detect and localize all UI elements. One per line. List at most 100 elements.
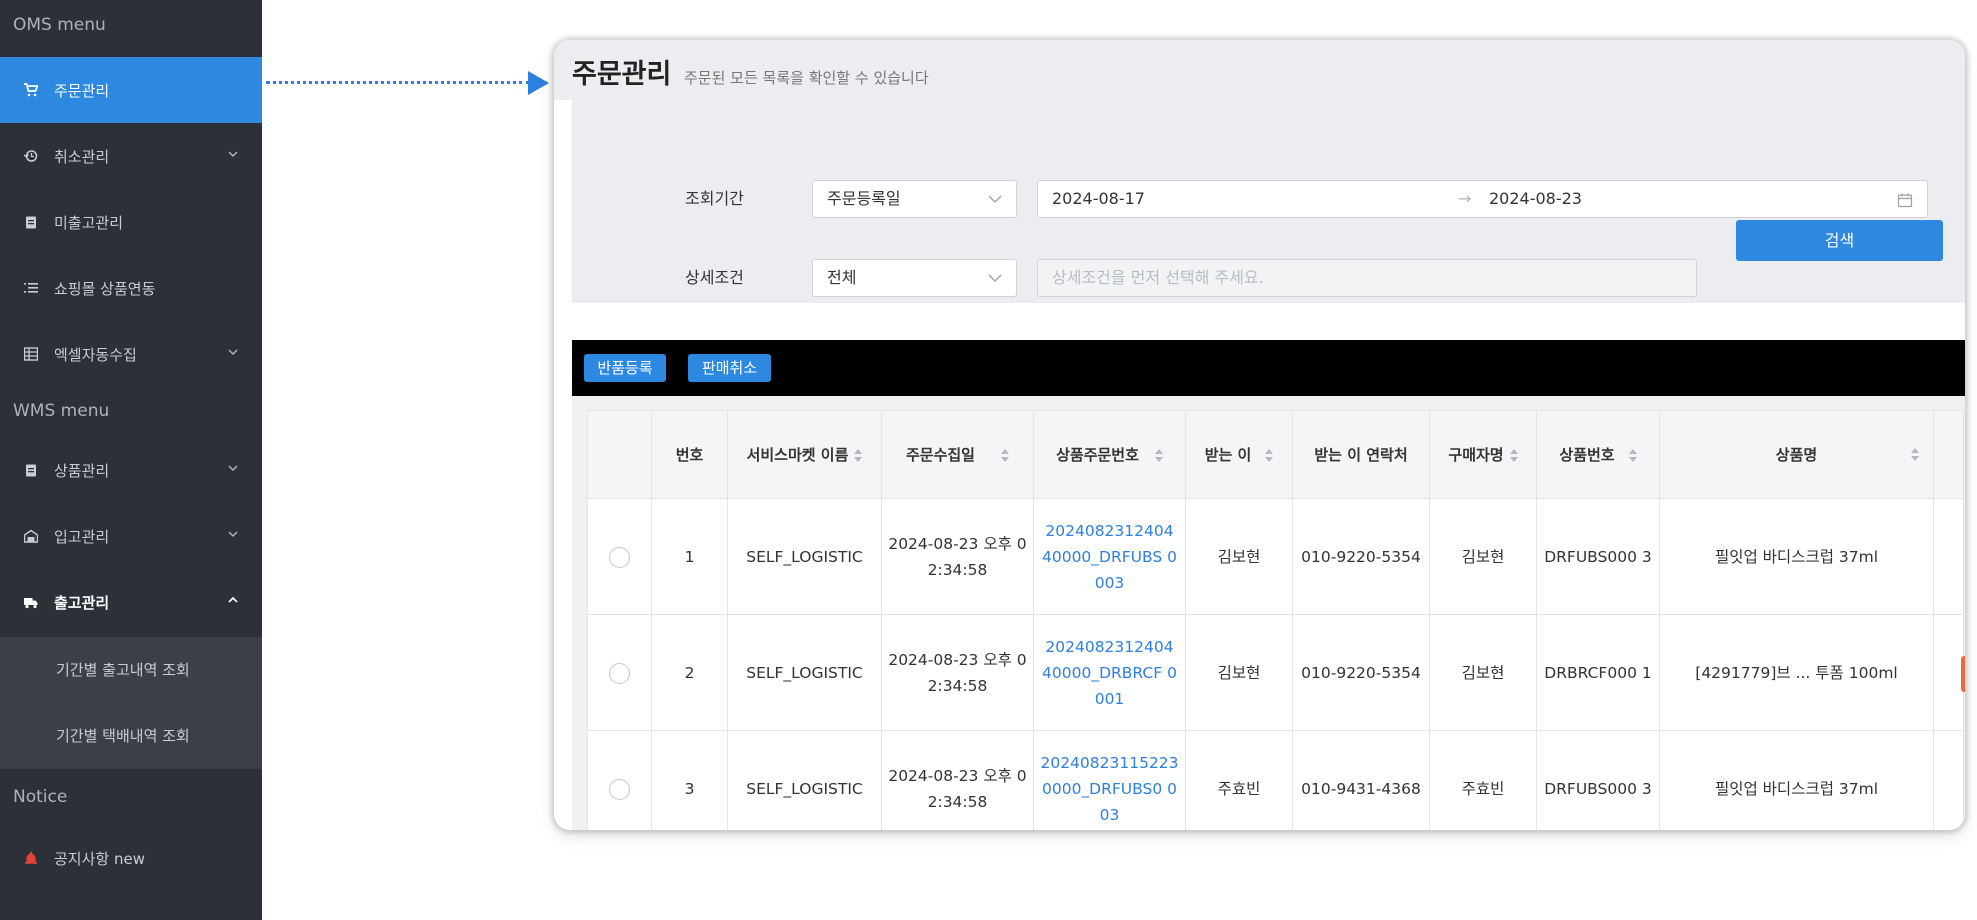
date-to-value: 2024-08-23 — [1489, 189, 1582, 208]
column-header-buyer[interactable]: 구매자명 — [1429, 410, 1537, 499]
column-header-no: 번호 — [651, 410, 728, 499]
sidebar-item-label: 입고관리 — [54, 527, 110, 546]
chevron-down-icon — [228, 531, 238, 538]
cell-product-name: 필잇업 바디스크럽 37ml — [1659, 498, 1934, 615]
callout-arrow-head — [528, 71, 549, 95]
sidebar-item-label: 출고관리 — [54, 593, 110, 612]
sidebar-subitem-delivery-history[interactable]: 기간별 택배내역 조회 — [0, 703, 262, 769]
history-icon — [24, 150, 38, 162]
table-container: 번호 서비스마켓 이름 주문수집일 상품주문번호 받는 이 받는 이 연락처 구… — [572, 396, 1965, 830]
cell-receiver-phone: 010-9220-5354 — [1292, 498, 1430, 615]
sidebar-item-label: 주문관리 — [54, 81, 110, 100]
column-header-extra — [1933, 410, 1964, 499]
cell-receiver: 김보현 — [1185, 498, 1293, 615]
column-header-order-no[interactable]: 상품주문번호 — [1033, 410, 1186, 499]
sort-icon[interactable] — [1628, 448, 1637, 463]
sort-icon[interactable] — [1265, 448, 1274, 463]
cell-receiver: 주효빈 — [1185, 730, 1293, 830]
sidebar-item-unshipped-management[interactable]: 미출고관리 — [0, 189, 262, 255]
search-button[interactable]: 검색 — [1736, 220, 1943, 261]
sidebar-item-label: 공지사항 new — [54, 849, 145, 868]
sale-cancel-button[interactable]: 판매취소 — [688, 354, 771, 382]
detail-condition-input[interactable]: 상세조건을 먼저 선택해 주세요. — [1037, 259, 1697, 297]
sidebar-item-label: 엑셀자동수집 — [54, 345, 137, 364]
sort-icon[interactable] — [1001, 448, 1009, 463]
sidebar-item-excel-auto-collect[interactable]: 엑셀자동수집 — [0, 321, 262, 387]
warehouse-icon — [24, 529, 38, 543]
cell-collected-date: 2024-08-23 오후 02:34:58 — [881, 498, 1034, 615]
cell-order-no-link[interactable]: 20240823115223 0000_DRFUBS0 003 — [1033, 730, 1186, 830]
date-range-picker[interactable]: 2024-08-17 → 2024-08-23 — [1037, 180, 1928, 218]
chevron-up-icon — [228, 596, 238, 603]
sidebar-item-cancel-management[interactable]: 취소관리 — [0, 123, 262, 189]
order-table: 번호 서비스마켓 이름 주문수집일 상품주문번호 받는 이 받는 이 연락처 구… — [587, 410, 1964, 830]
sidebar: OMS menu 주문관리 취소관리 미출고관리 쇼핑몰 상품연동 엑셀자동수집… — [0, 0, 262, 920]
table-row[interactable]: 1 SELF_LOGISTIC 2024-08-23 오후 02:34:58 2… — [587, 498, 1964, 615]
sort-icon[interactable] — [1911, 448, 1919, 462]
sidebar-item-order-management[interactable]: 주문관리 — [0, 57, 262, 123]
sidebar-item-outbound-management[interactable]: 출고관리 — [0, 569, 262, 635]
column-header-product-name[interactable]: 상품명 — [1659, 410, 1934, 499]
search-panel: 조회기간 주문등록일 2024-08-17 → 2024-08-23 상세조건 … — [572, 100, 1965, 303]
row-select[interactable] — [587, 730, 652, 830]
table-row[interactable]: 2 SELF_LOGISTIC 2024-08-23 오후 02:34:58 2… — [587, 614, 1964, 731]
panel-header: 주문관리 주문된 모든 목록을 확인할 수 있습니다 — [554, 40, 1965, 100]
sidebar-item-label: 미출고관리 — [54, 213, 124, 232]
sidebar-item-inbound-management[interactable]: 입고관리 — [0, 503, 262, 569]
date-range-separator: → — [1458, 189, 1472, 208]
clipboard-icon — [26, 216, 36, 229]
cell-product-no: DRBRCF000 1 — [1536, 614, 1660, 731]
period-type-select[interactable]: 주문등록일 — [812, 180, 1017, 218]
chevron-down-icon — [228, 349, 238, 356]
sort-icon[interactable] — [854, 448, 863, 463]
callout-arrow-line — [266, 81, 530, 84]
cell-buyer: 김보현 — [1429, 614, 1537, 731]
column-header-collected-date[interactable]: 주문수집일 — [881, 410, 1034, 499]
cell-extra — [1933, 498, 1964, 615]
detail-type-select[interactable]: 전체 — [812, 259, 1017, 297]
cart-icon — [24, 83, 38, 97]
column-header-market[interactable]: 서비스마켓 이름 — [727, 410, 882, 499]
list-icon — [24, 283, 38, 293]
column-header-receiver[interactable]: 받는 이 — [1185, 410, 1293, 499]
cell-collected-date: 2024-08-23 오후 02:34:58 — [881, 730, 1034, 830]
cell-product-no: DRFUBS000 3 — [1536, 498, 1660, 615]
wms-menu-header: WMS menu — [13, 401, 110, 421]
row-radio[interactable] — [609, 778, 630, 800]
table-header-row: 번호 서비스마켓 이름 주문수집일 상품주문번호 받는 이 받는 이 연락처 구… — [587, 410, 1964, 499]
sort-icon[interactable] — [1154, 448, 1163, 463]
chevron-down-icon — [228, 151, 238, 158]
sidebar-item-label: 취소관리 — [54, 147, 110, 166]
cell-product-name: [4291779]브 ... 투폼 100ml — [1659, 614, 1934, 731]
cell-extra — [1933, 730, 1964, 830]
sidebar-item-label: 쇼핑몰 상품연동 — [54, 279, 156, 298]
table-row[interactable]: 3 SELF_LOGISTIC 2024-08-23 오후 02:34:58 2… — [587, 730, 1964, 830]
chevron-down-icon — [988, 195, 1002, 203]
return-register-button[interactable]: 반품등록 — [584, 354, 666, 382]
column-header-select — [587, 410, 652, 499]
sidebar-subitem-outbound-history[interactable]: 기간별 출고내역 조회 — [0, 637, 262, 703]
row-select[interactable] — [587, 614, 652, 731]
oms-menu-header: OMS menu — [13, 15, 106, 35]
column-header-product-no[interactable]: 상품번호 — [1536, 410, 1660, 499]
sidebar-item-mall-product-sync[interactable]: 쇼핑몰 상품연동 — [0, 255, 262, 321]
cell-no: 1 — [651, 498, 728, 615]
row-radio[interactable] — [609, 546, 630, 568]
sidebar-item-product-management[interactable]: 상품관리 — [0, 437, 262, 503]
spacer — [572, 303, 1965, 340]
sort-icon[interactable] — [1509, 448, 1518, 463]
cell-order-no-link[interactable]: 2024082312404 40000_DRFUBS 0003 — [1033, 498, 1186, 615]
page-title: 주문관리 — [572, 59, 672, 90]
row-select[interactable] — [587, 498, 652, 615]
sidebar-item-notice[interactable]: 공지사항 new — [0, 825, 262, 891]
detail-type-value: 전체 — [827, 268, 857, 287]
cell-buyer: 김보현 — [1429, 498, 1537, 615]
cell-product-name: 필잇업 바디스크럽 37ml — [1659, 730, 1934, 830]
cell-buyer: 주효빈 — [1429, 730, 1537, 830]
detail-label: 상세조건 — [685, 268, 744, 287]
cell-receiver-phone: 010-9220-5354 — [1292, 614, 1430, 731]
cell-market: SELF_LOGISTIC — [727, 614, 882, 731]
row-radio[interactable] — [609, 662, 630, 684]
cell-order-no-link[interactable]: 2024082312404 40000_DRBRCF 0001 — [1033, 614, 1186, 731]
period-type-value: 주문등록일 — [827, 189, 901, 208]
